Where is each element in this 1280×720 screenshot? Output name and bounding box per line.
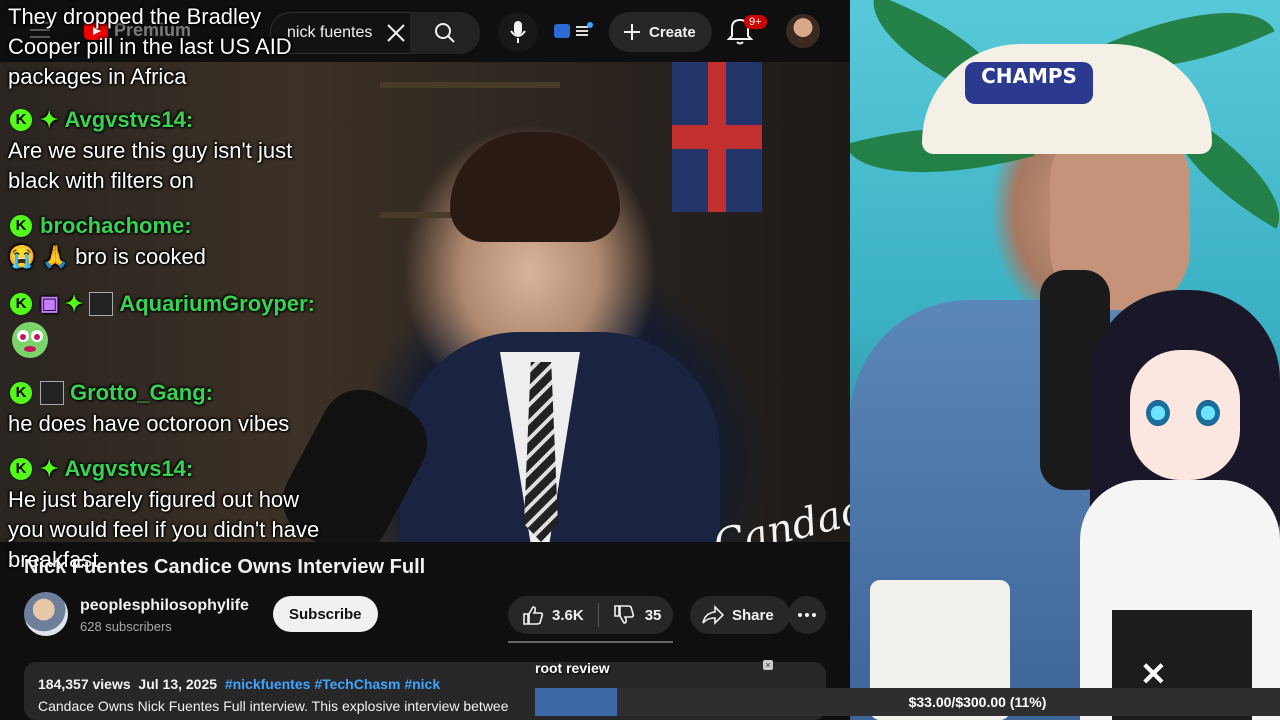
close-icon[interactable]: × bbox=[763, 660, 773, 670]
chat-message: K ✦ Avgvstvs14: Are we sure this guy isn… bbox=[8, 104, 292, 196]
video-watermark: Candace bbox=[709, 481, 850, 542]
chat-username-row: K ✦ Avgvstvs14: bbox=[8, 104, 292, 136]
vtuber-eye bbox=[1196, 400, 1220, 426]
speaker-hair bbox=[450, 132, 620, 242]
broken-image-icon bbox=[40, 381, 64, 405]
chat-text: He just barely figured out how bbox=[8, 487, 300, 512]
create-button[interactable]: Create bbox=[609, 12, 712, 52]
youtube-panel: Candace Premium nick fuentes Create 9+ T… bbox=[0, 0, 850, 720]
chat-text: bro is cooked bbox=[75, 244, 206, 269]
extension-icon[interactable] bbox=[554, 22, 596, 40]
channel-name[interactable]: peoplesphilosophylife bbox=[80, 597, 249, 615]
description-snippet: Candace Owns Nick Fuentes Full interview… bbox=[38, 698, 509, 714]
chat-username[interactable]: Avgvstvs14: bbox=[64, 454, 193, 484]
kick-badge-icon: K bbox=[8, 107, 34, 133]
dislike-button[interactable]: 35 bbox=[599, 604, 676, 626]
create-label: Create bbox=[649, 23, 696, 41]
emote-icon bbox=[12, 322, 48, 358]
crying-emoji-icon: 😭 bbox=[8, 244, 36, 269]
chat-username[interactable]: AquariumGroyper: bbox=[119, 289, 315, 319]
like-dislike-bar: 3.6K 35 bbox=[508, 596, 673, 634]
microphone-icon bbox=[510, 21, 526, 43]
chat-text: he does have octoroon vibes bbox=[8, 411, 290, 436]
chat-text: Are we sure this guy isn't just bbox=[8, 138, 293, 163]
search-icon bbox=[435, 23, 455, 43]
broken-image-icon bbox=[89, 292, 114, 316]
chat-message: They dropped the Bradley Cooper pill in … bbox=[8, 2, 292, 92]
chat-text: They dropped the Bradley bbox=[8, 4, 262, 29]
search-input[interactable] bbox=[287, 13, 383, 53]
extension-icons[interactable] bbox=[554, 22, 596, 45]
hashtag-link[interactable]: #nickfuentes bbox=[225, 676, 311, 692]
donation-goal-widget: root review × $33.00/$300.00 (11%) bbox=[535, 660, 1280, 720]
hashtag-link[interactable]: #TechChasm bbox=[314, 676, 400, 692]
share-label: Share bbox=[732, 606, 774, 624]
chat-message: K ▣ ✦ AquariumGroyper: bbox=[8, 288, 315, 368]
like-ratio-bar bbox=[508, 641, 673, 643]
chat-text: Cooper pill in the last US AID bbox=[8, 34, 292, 59]
chat-username-row: K brochachome: bbox=[8, 210, 206, 242]
channel-avatar[interactable] bbox=[24, 592, 68, 636]
like-button[interactable]: 3.6K bbox=[508, 603, 599, 627]
sparkle-badge-icon: ✦ bbox=[40, 107, 59, 132]
gift-badge-icon: ▣ bbox=[40, 293, 59, 315]
kick-badge-icon: K bbox=[8, 291, 34, 317]
kick-badge-icon: K bbox=[8, 213, 34, 239]
goal-progress-track: $33.00/$300.00 (11%) bbox=[535, 688, 1280, 716]
more-button[interactable] bbox=[788, 596, 826, 634]
chat-username-row: K ✦ Avgvstvs14: bbox=[8, 453, 319, 485]
share-button[interactable]: Share bbox=[690, 596, 790, 634]
pray-emoji-icon: 🙏 bbox=[41, 244, 69, 269]
hashtag-link[interactable]: #nick bbox=[404, 676, 440, 692]
dislike-count: 35 bbox=[644, 606, 662, 624]
subscriber-count: 628 subscribers bbox=[80, 619, 172, 634]
chat-username-row: K Grotto_Gang: bbox=[8, 377, 289, 409]
share-icon bbox=[702, 605, 724, 625]
thumbs-down-icon bbox=[613, 605, 634, 624]
close-icon[interactable] bbox=[385, 22, 407, 44]
goal-progress-text: $33.00/$300.00 (11%) bbox=[908, 694, 1047, 710]
upload-date: Jul 13, 2025 bbox=[138, 676, 218, 692]
view-count: 184,357 views bbox=[38, 676, 131, 692]
vtuber-eye bbox=[1146, 400, 1170, 426]
account-avatar[interactable] bbox=[786, 14, 820, 48]
sparkle-badge-icon: ✦ bbox=[64, 291, 84, 316]
kick-badge-icon: K bbox=[8, 456, 34, 482]
kick-badge-icon: K bbox=[8, 380, 34, 406]
more-icon bbox=[798, 613, 816, 617]
sparkle-badge-icon: ✦ bbox=[40, 456, 59, 481]
thumbs-up-icon bbox=[523, 606, 544, 625]
chat-username[interactable]: Grotto_Gang: bbox=[70, 378, 213, 408]
goal-label: root review bbox=[535, 660, 610, 676]
chat-text: packages in Africa bbox=[8, 64, 187, 89]
chat-text: you would feel if you didn't have bbox=[8, 517, 320, 542]
streamer-webcam: CHAMPS ✕ bbox=[850, 0, 1280, 720]
chat-message: K brochachome: 😭 🙏 bro is cooked bbox=[8, 210, 206, 272]
cap-text: CHAMPS bbox=[981, 64, 1077, 88]
chat-message: K Grotto_Gang: he does have octoroon vib… bbox=[8, 377, 289, 439]
like-count: 3.6K bbox=[552, 606, 584, 624]
bookshelf bbox=[380, 82, 560, 88]
voice-search-button[interactable] bbox=[498, 12, 538, 52]
chat-text: black with filters on bbox=[8, 168, 194, 193]
chat-username[interactable]: Avgvstvs14: bbox=[64, 105, 193, 135]
video-title: Nick Fuentes Candice Owns Interview Full bbox=[24, 556, 426, 578]
subscribe-button[interactable]: Subscribe bbox=[273, 596, 378, 632]
notification-badge: 9+ bbox=[744, 15, 767, 29]
description-meta: 184,357 views Jul 13, 2025 #nickfuentes … bbox=[38, 676, 440, 692]
search-button[interactable] bbox=[410, 12, 480, 54]
plus-icon bbox=[624, 24, 640, 40]
chat-message-row: 😭 🙏 bro is cooked bbox=[8, 242, 206, 272]
union-jack-flag bbox=[672, 62, 762, 212]
chat-username-row: K ▣ ✦ AquariumGroyper: bbox=[8, 288, 315, 320]
chat-username[interactable]: brochachome: bbox=[40, 211, 192, 241]
